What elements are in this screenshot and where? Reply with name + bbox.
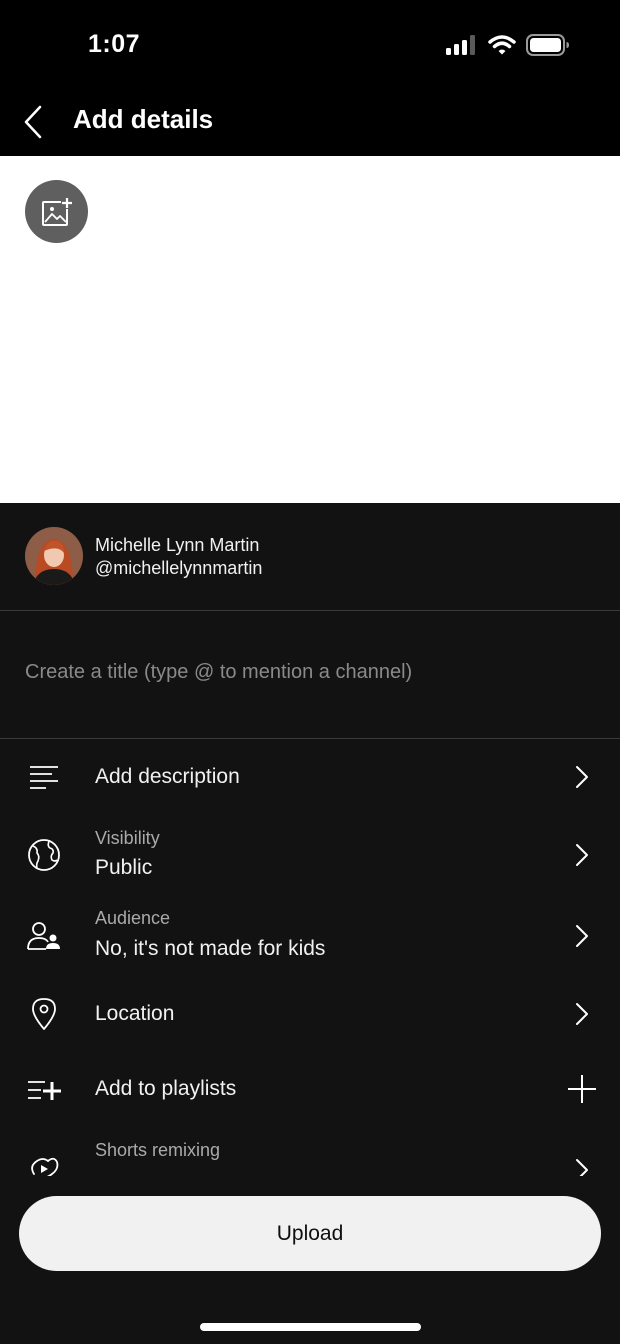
upload-button[interactable]: Upload	[19, 1196, 601, 1271]
globe-icon	[24, 835, 64, 875]
account-name: Michelle Lynn Martin	[95, 535, 260, 555]
wifi-icon	[488, 35, 516, 55]
location-pin-icon	[24, 994, 64, 1034]
account-handle: @michellelynnmartin	[95, 558, 263, 578]
audience-label: Audience	[95, 908, 171, 928]
location-label: Location	[95, 1002, 175, 1025]
status-icons	[446, 34, 570, 56]
plus-icon[interactable]	[566, 1074, 598, 1104]
cellular-signal-icon	[446, 35, 478, 55]
home-indicator[interactable]	[200, 1323, 421, 1331]
shorts-remixing-label: Shorts remixing	[95, 1140, 221, 1160]
header: Add details	[0, 90, 620, 156]
chevron-right-icon	[570, 762, 594, 792]
audience-value: No, it's not made for kids	[95, 937, 326, 960]
chevron-left-icon	[23, 105, 43, 139]
status-time: 1:07	[88, 30, 141, 58]
playlist-add-icon	[24, 1070, 64, 1110]
visibility-label: Visibility	[95, 828, 160, 848]
status-bar: 1:07	[0, 0, 620, 90]
battery-icon	[526, 34, 570, 56]
visibility-value: Public	[95, 856, 153, 879]
page-title: Add details	[73, 104, 214, 134]
visibility-row[interactable]: Visibility Public	[0, 815, 620, 895]
chevron-right-icon	[570, 840, 594, 870]
add-to-playlists-row[interactable]: Add to playlists	[0, 1052, 620, 1128]
add-thumbnail-icon	[41, 196, 73, 227]
add-to-playlists-label: Add to playlists	[95, 1077, 237, 1100]
video-preview	[0, 156, 620, 503]
avatar	[25, 527, 83, 585]
audience-icon	[24, 916, 64, 956]
back-button[interactable]	[18, 102, 48, 142]
add-description-row[interactable]: Add description	[0, 740, 620, 814]
audience-row[interactable]: Audience No, it's not made for kids	[0, 896, 620, 976]
account-row: Michelle Lynn Martin @michellelynnmartin	[0, 503, 620, 611]
chevron-right-icon	[570, 999, 594, 1029]
title-input[interactable]	[25, 655, 595, 689]
location-row[interactable]: Location	[0, 977, 620, 1051]
title-field	[0, 611, 620, 739]
add-description-label: Add description	[95, 765, 240, 788]
description-lines-icon	[24, 757, 64, 797]
edit-thumbnail-button[interactable]	[25, 180, 88, 243]
chevron-right-icon	[570, 921, 594, 951]
